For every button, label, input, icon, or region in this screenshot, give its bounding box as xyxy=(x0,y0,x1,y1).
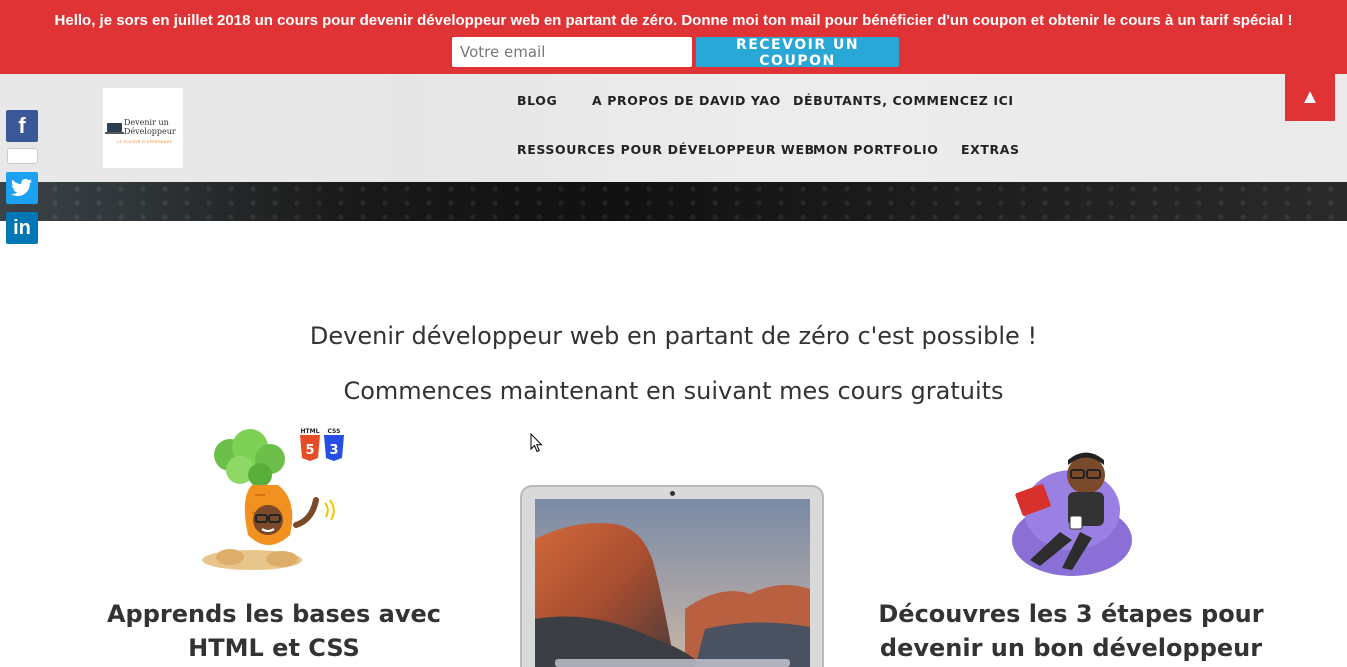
site-header: Devenir un Développeur LE PLAISIR D'APPR… xyxy=(0,74,1347,182)
card-title-line: Découvres les 3 étapes pour xyxy=(878,600,1264,628)
promo-bar: Hello, je sors en juillet 2018 un cours … xyxy=(0,0,1347,74)
html5-badge: 5 HTML xyxy=(300,428,320,461)
card-title-line: Apprends les bases avec xyxy=(106,600,442,628)
carrot-avatar-illustration: 5 HTML 3 CSS xyxy=(202,428,344,570)
facebook-icon: f xyxy=(18,113,26,138)
nav-item-extras[interactable]: EXTRAS xyxy=(961,142,1020,157)
arrow-up-icon: ▲ xyxy=(1300,86,1320,108)
nav-item-about[interactable]: A PROPOS DE DAVID YAO xyxy=(592,93,781,108)
svg-text:HTML: HTML xyxy=(301,428,320,435)
nav-item-beginners[interactable]: DÉBUTANTS, COMMENCEZ ICI xyxy=(793,93,1014,108)
share-count-badge xyxy=(7,148,38,164)
facebook-share-button[interactable]: f xyxy=(6,110,38,142)
scroll-top-button[interactable]: ▲ xyxy=(1285,74,1335,121)
nav-item-resources[interactable]: RESSOURCES POUR DÉVELOPPEUR WEB xyxy=(517,142,815,157)
svg-text:CSS: CSS xyxy=(328,428,341,435)
nav-item-blog[interactable]: BLOG xyxy=(517,93,557,108)
sub-headline: Commences maintenant en suivant mes cour… xyxy=(343,377,1004,405)
header-background xyxy=(386,74,1347,182)
laptop-icon xyxy=(105,123,124,134)
svg-text:5: 5 xyxy=(305,443,314,458)
css3-badge: 3 CSS xyxy=(324,428,344,461)
linkedin-share-button[interactable]: in xyxy=(6,212,38,244)
promo-message: Hello, je sors en juillet 2018 un cours … xyxy=(54,12,1293,29)
card-title-steps: Découvres les 3 étapes pour devenir un b… xyxy=(871,597,1271,665)
linkedin-icon: in xyxy=(13,216,31,239)
email-input[interactable] xyxy=(452,37,692,67)
site-logo[interactable]: Devenir un Développeur LE PLAISIR D'APPR… xyxy=(103,88,183,168)
card-title-line: HTML et CSS xyxy=(188,634,360,662)
laptop-camera xyxy=(670,491,675,496)
twitter-icon xyxy=(11,178,33,197)
card-title-html-css: Apprends les bases avec HTML et CSS xyxy=(74,597,474,665)
coupon-button[interactable]: RECEVOIR UN COUPON xyxy=(696,37,899,69)
svg-text:3: 3 xyxy=(329,443,338,458)
reading-avatar-illustration xyxy=(1012,452,1132,576)
twitter-share-button[interactable] xyxy=(6,172,38,204)
hero-image xyxy=(0,182,1347,221)
logo-text-line1: Devenir un xyxy=(124,118,169,127)
logo-tagline: LE PLAISIR D'APPRENDRE xyxy=(117,140,173,144)
logo-text-line2: Développeur xyxy=(124,127,176,136)
hero-texture xyxy=(0,182,1347,221)
nav-item-portfolio[interactable]: MON PORTFOLIO xyxy=(813,142,938,157)
card-title-line: devenir un bon développeur xyxy=(879,634,1263,662)
laptop-screen-wallpaper xyxy=(535,499,810,667)
main-headline: Devenir développeur web en partant de zé… xyxy=(309,322,1038,350)
mouse-cursor-icon xyxy=(530,433,543,453)
